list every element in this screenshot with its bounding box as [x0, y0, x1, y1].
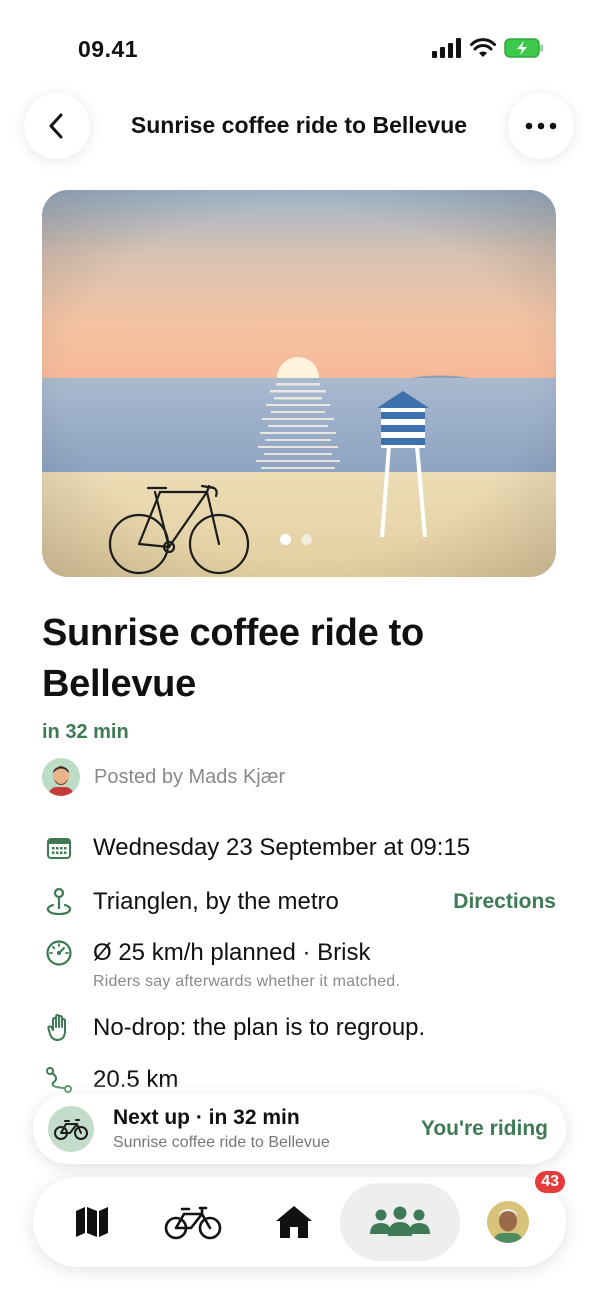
- detail-row-date: Wednesday 23 September at 09:15: [42, 834, 556, 865]
- hand-icon: [42, 1011, 76, 1045]
- map-icon: [76, 1207, 108, 1237]
- detail-row-meeting-point: Trianglen, by the metro Directions: [42, 885, 556, 919]
- tab-home[interactable]: [249, 1183, 339, 1261]
- next-up-banner[interactable]: Next up · in 32 min Sunrise coffee ride …: [33, 1094, 566, 1164]
- tab-bar: 43: [33, 1169, 567, 1267]
- bicycle-icon: [164, 1206, 222, 1240]
- tab-groups[interactable]: [340, 1183, 460, 1261]
- ellipsis-icon: [525, 122, 557, 130]
- tab-profile[interactable]: 43: [463, 1169, 567, 1261]
- home-icon: [276, 1206, 312, 1238]
- status-icons: [432, 38, 544, 58]
- detail-row-pace: Ø 25 km/h planned · Brisk Riders say aft…: [42, 939, 556, 991]
- tab-map[interactable]: [47, 1183, 137, 1261]
- no-drop-policy: No-drop: the plan is to regroup.: [93, 1014, 426, 1041]
- youre-riding-button[interactable]: You're riding: [421, 1117, 548, 1141]
- status-time: 09.41: [78, 36, 139, 62]
- notification-badge: 43: [533, 1169, 567, 1195]
- profile-avatar: [487, 1201, 529, 1243]
- ride-photo-carousel[interactable]: [42, 190, 556, 577]
- ride-title: Sunrise coffee ride to Bellevue: [42, 612, 424, 705]
- meeting-point: Trianglen, by the metro: [93, 888, 339, 915]
- speedometer-icon: [42, 936, 76, 970]
- ride-date: Wednesday 23 September at 09:15: [93, 834, 471, 861]
- carousel-dot-1[interactable]: [280, 534, 291, 545]
- more-options-button[interactable]: [508, 93, 574, 159]
- carousel-page-indicator[interactable]: [280, 534, 312, 545]
- next-up-subtitle: Sunrise coffee ride to Bellevue: [113, 1134, 330, 1151]
- tab-rides[interactable]: [148, 1183, 238, 1261]
- next-up-bicycle-icon: [48, 1106, 94, 1152]
- pace-note: Riders say afterwards whether it matched…: [93, 973, 400, 990]
- back-button[interactable]: [24, 93, 90, 159]
- wifi-icon: [470, 38, 496, 57]
- cellular-signal-icon: [432, 38, 461, 58]
- status-bar: 09.41: [0, 0, 598, 90]
- avatar-illustration: [42, 758, 80, 796]
- carousel-dot-2[interactable]: [301, 534, 312, 545]
- ride-start-countdown: in 32 min: [42, 721, 129, 743]
- page-title: Sunrise coffee ride to Bellevue: [130, 112, 468, 138]
- group-icon: [370, 1206, 430, 1236]
- poster-avatar[interactable]: [42, 758, 80, 796]
- calendar-icon: [42, 831, 76, 865]
- next-up-title: Next up · in 32 min: [113, 1106, 300, 1129]
- battery-charging-icon: [504, 38, 543, 58]
- posted-by-label: Posted by Mads Kjær: [94, 765, 286, 788]
- sunrise-beach-illustration: [42, 190, 556, 577]
- meeting-point-icon: [42, 885, 76, 919]
- planned-pace: Ø 25 km/h planned · Brisk: [93, 939, 371, 966]
- chevron-left-icon: [49, 113, 63, 139]
- posted-by[interactable]: Posted by Mads Kjær: [42, 758, 285, 796]
- detail-row-no-drop: No-drop: the plan is to regroup.: [42, 1014, 556, 1045]
- directions-link[interactable]: Directions: [453, 890, 556, 914]
